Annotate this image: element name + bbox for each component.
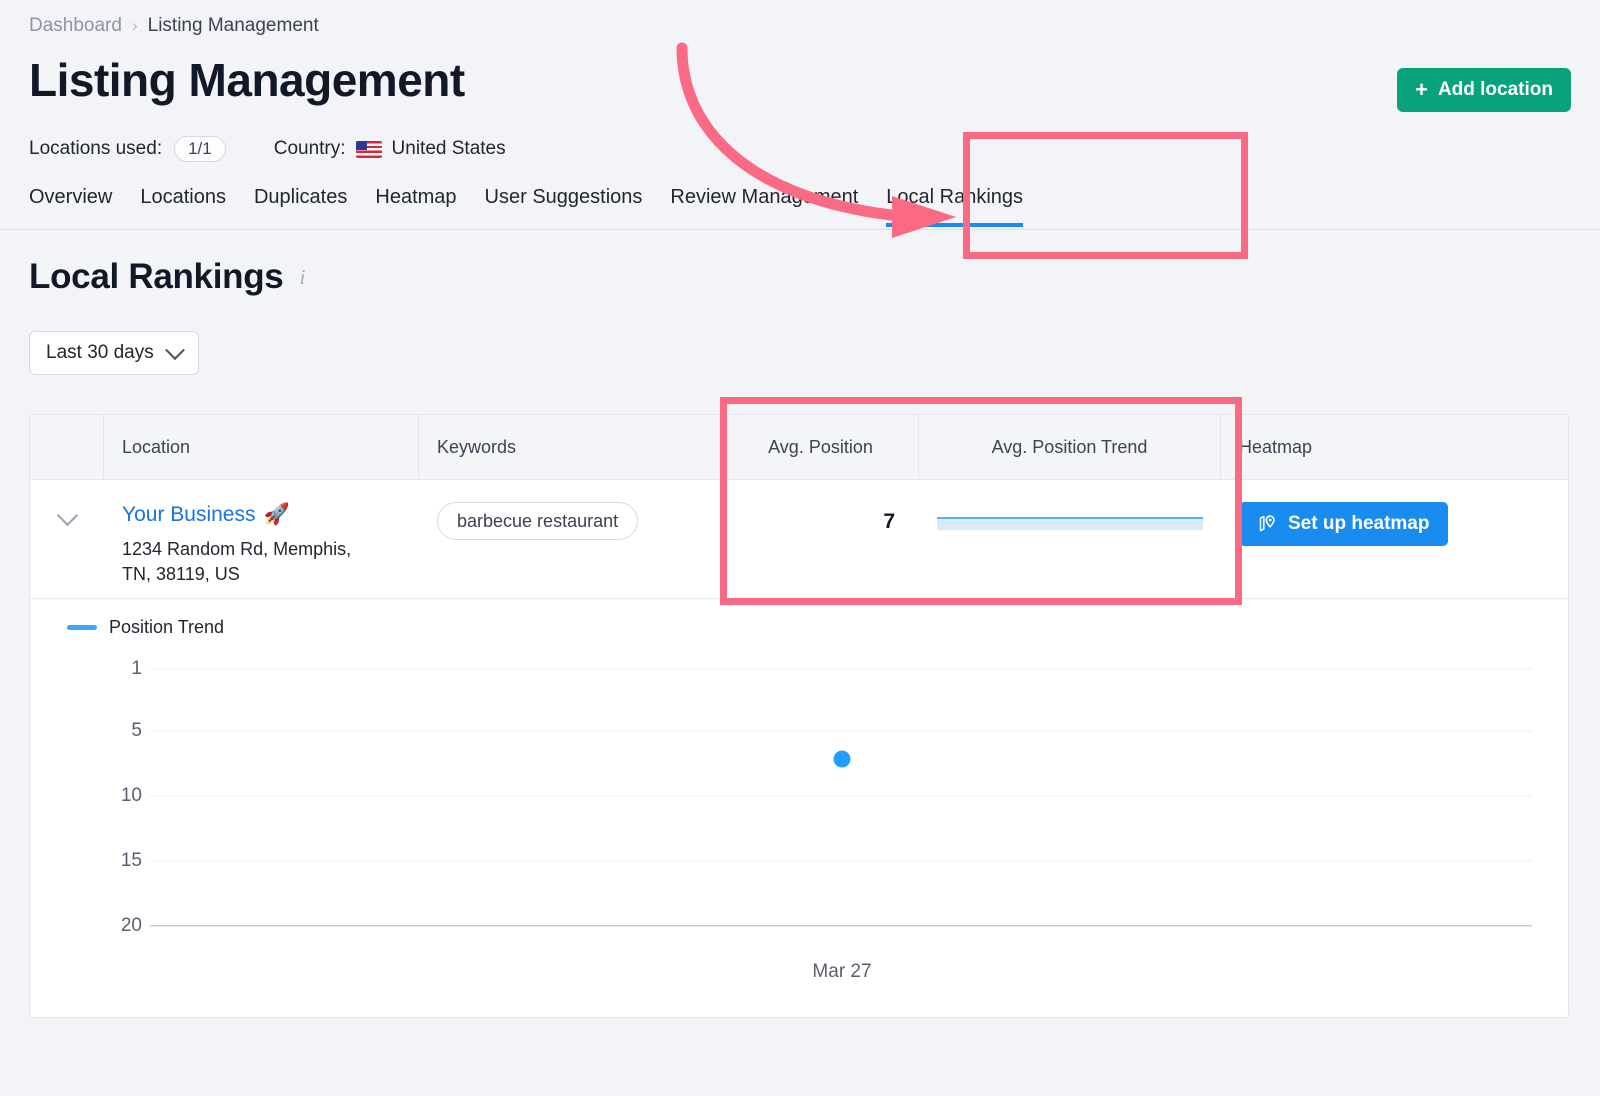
gridline xyxy=(150,795,1532,797)
column-header-avg-position: Avg. Position xyxy=(723,415,919,479)
country-label: Country: xyxy=(273,138,346,159)
business-name-link[interactable]: Your Business 🚀 xyxy=(122,502,401,528)
y-tick-label: 15 xyxy=(120,850,142,871)
column-header-location: Location xyxy=(104,415,419,479)
heatmap-cell: Set up heatmap xyxy=(1221,480,1568,598)
country-group: Country: United States xyxy=(274,138,506,160)
chevron-right-icon: › xyxy=(131,16,138,35)
avg-position-trend-cell xyxy=(919,480,1221,598)
location-cell: Your Business 🚀 1234 Random Rd, Memphis,… xyxy=(104,480,419,598)
x-tick-label: Mar 27 xyxy=(812,961,872,982)
tab-duplicates[interactable]: Duplicates xyxy=(254,186,347,227)
y-tick-label: 10 xyxy=(120,785,142,806)
column-header-expand xyxy=(30,415,104,479)
plus-icon: + xyxy=(1415,77,1428,102)
meta-row: Locations used: 1/1 Country: United Stat… xyxy=(29,136,506,162)
map-pin-icon xyxy=(1259,515,1275,532)
chart-legend: Position Trend xyxy=(67,617,224,638)
avg-position-cell: 7 xyxy=(723,480,919,598)
tab-bar-divider xyxy=(0,229,1600,230)
rocket-icon: 🚀 xyxy=(263,503,290,526)
section-header: Local Rankings i xyxy=(29,257,305,297)
tab-locations[interactable]: Locations xyxy=(140,186,226,227)
column-header-heatmap: Heatmap xyxy=(1239,436,1313,457)
legend-swatch-position-trend xyxy=(67,625,97,630)
local-rankings-table: Location Keywords Avg. Position Avg. Pos… xyxy=(29,414,1569,1018)
legend-label-position-trend: Position Trend xyxy=(109,617,225,637)
business-address: 1234 Random Rd, Memphis, TN, 38119, US xyxy=(122,539,352,584)
breadcrumb-current: Listing Management xyxy=(147,15,319,36)
set-up-heatmap-label: Set up heatmap xyxy=(1288,513,1430,534)
set-up-heatmap-button[interactable]: Set up heatmap xyxy=(1239,502,1449,546)
keywords-cell: barbecue restaurant xyxy=(419,480,723,598)
locations-used-badge: 1/1 xyxy=(174,136,226,162)
breadcrumb: Dashboard › Listing Management xyxy=(29,15,319,37)
us-flag-icon xyxy=(355,140,382,158)
keyword-chip[interactable]: barbecue restaurant xyxy=(437,502,639,540)
page-title: Listing Management xyxy=(29,54,465,106)
chevron-down-icon[interactable] xyxy=(56,504,78,527)
add-location-label: Add location xyxy=(1437,79,1553,100)
gridline xyxy=(150,668,1532,670)
chart-gridlines: Mar 27 xyxy=(150,668,1532,982)
tab-user-suggestions[interactable]: User Suggestions xyxy=(485,186,643,227)
country-value: United States xyxy=(391,138,506,159)
breadcrumb-dashboard[interactable]: Dashboard xyxy=(29,15,122,37)
tab-overview[interactable]: Overview xyxy=(29,186,112,227)
tab-review-management[interactable]: Review Management xyxy=(670,186,858,227)
table-row: Your Business 🚀 1234 Random Rd, Memphis,… xyxy=(30,480,1568,599)
table-header-row: Location Keywords Avg. Position Avg. Pos… xyxy=(30,415,1568,480)
avg-position-value: 7 xyxy=(883,510,895,533)
y-tick-label: 1 xyxy=(131,658,142,679)
y-tick-label: 20 xyxy=(120,915,142,936)
sparkline-chart xyxy=(937,514,1203,530)
row-expand-cell[interactable] xyxy=(30,480,104,598)
tab-heatmap[interactable]: Heatmap xyxy=(375,186,456,227)
column-header-keywords: Keywords xyxy=(419,415,723,479)
chart-y-axis: 1 5 10 15 20 xyxy=(70,658,142,936)
date-range-dropdown[interactable]: Last 30 days xyxy=(29,331,199,375)
data-point[interactable] xyxy=(833,750,851,768)
gridline xyxy=(150,860,1532,862)
locations-used-label: Locations used: xyxy=(29,138,163,159)
tab-bar: Overview Locations Duplicates Heatmap Us… xyxy=(29,186,1024,227)
gridline xyxy=(150,730,1532,732)
position-trend-chart: Position Trend 1 5 10 15 20 Mar 27 xyxy=(30,599,1568,1017)
date-range-value: Last 30 days xyxy=(46,342,154,363)
section-title: Local Rankings xyxy=(29,257,284,296)
tab-local-rankings[interactable]: Local Rankings xyxy=(886,186,1024,227)
add-location-button[interactable]: + Add location xyxy=(1397,68,1571,112)
info-icon[interactable]: i xyxy=(299,265,305,290)
chart-x-axis-line xyxy=(150,925,1532,927)
business-name-label: Your Business xyxy=(122,503,256,526)
chevron-down-icon xyxy=(164,340,185,361)
column-header-avg-position-trend: Avg. Position Trend xyxy=(919,415,1221,479)
y-tick-label: 5 xyxy=(131,720,142,741)
chart-plot-area: 1 5 10 15 20 Mar 27 xyxy=(30,658,1568,982)
